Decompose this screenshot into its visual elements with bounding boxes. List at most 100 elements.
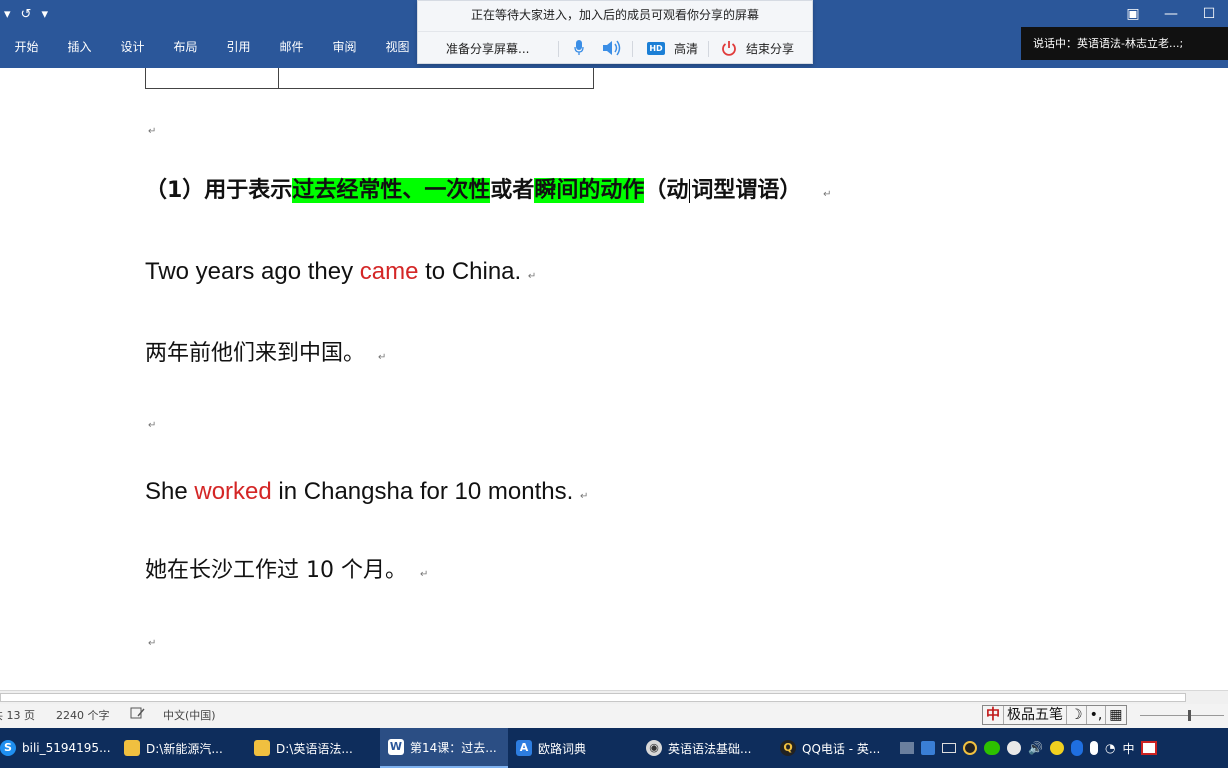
verb-highlight: came xyxy=(359,258,419,285)
paragraph-mark: ↵ xyxy=(579,491,589,502)
language-indicator[interactable]: 中文(中国) xyxy=(163,704,216,728)
scrollbar-thumb[interactable] xyxy=(0,693,1186,702)
tab-home[interactable]: 开始 xyxy=(0,36,53,58)
system-tray: 🔊 ◔ 中 xyxy=(900,728,1158,768)
tab-layout[interactable]: 布局 xyxy=(159,36,212,58)
notification-icon[interactable] xyxy=(1141,741,1158,755)
word-icon: W xyxy=(388,739,404,755)
qq-icon: Q xyxy=(780,740,796,756)
tab-references[interactable]: 引用 xyxy=(212,36,265,58)
speaker-icon[interactable] xyxy=(602,39,622,61)
page-count[interactable]: 共 13 页 xyxy=(0,704,35,728)
share-controls: 准备分享屏幕... HD 高清 结束分享 xyxy=(418,39,812,59)
keyboard-icon[interactable]: ▦ xyxy=(1106,706,1125,724)
verb-highlight: worked xyxy=(194,478,272,505)
paragraph-mark: ↵ xyxy=(148,638,157,649)
taskbar-item-folder-2[interactable]: D:\英语语法... xyxy=(254,728,372,768)
sentence-text: She xyxy=(145,478,195,505)
tab-insert[interactable]: 插入 xyxy=(53,36,106,58)
minimize-icon[interactable]: — xyxy=(1152,2,1190,26)
zoom-slider-thumb[interactable] xyxy=(1188,710,1191,721)
heading-text: 词型谓语） xyxy=(691,178,802,203)
wechat-icon[interactable] xyxy=(984,741,1000,755)
window-controls: ▣ — ☐ xyxy=(1114,2,1228,26)
paragraph-mark: ↵ xyxy=(419,569,429,580)
taskbar-label: D:\新能源汽... xyxy=(146,741,223,756)
volume-icon[interactable]: 🔊 xyxy=(1028,741,1043,755)
folder-icon xyxy=(254,740,270,756)
taskbar-label: 英语语法基础... xyxy=(668,741,752,756)
folder-icon xyxy=(124,740,140,756)
taskbar-item-course[interactable]: ◉ 英语语法基础... xyxy=(646,728,772,768)
taskbar-label: 欧路词典 xyxy=(538,741,587,756)
translation-2: 她在长沙工作过 10 个月。 ↵ xyxy=(145,552,428,584)
tab-design[interactable]: 设计 xyxy=(106,36,159,58)
document-page[interactable]: ↵ （1）用于表示过去经常性、一次性或者瞬间的动作（动 词型谓语） ↵ Two y… xyxy=(0,68,1228,690)
taskbar-label: 第14课：过去... xyxy=(410,740,497,755)
stop-sharing-button[interactable]: 结束分享 xyxy=(746,39,794,59)
power-icon[interactable] xyxy=(721,40,737,60)
bluetooth-icon[interactable] xyxy=(1070,740,1083,756)
ribbon-tabs: 开始 插入 设计 布局 引用 邮件 审阅 视图 xyxy=(0,36,424,58)
tray-app-icon[interactable] xyxy=(1007,741,1021,755)
example-sentence-1: Two years ago they came to China. ↵ xyxy=(145,258,536,286)
qq-tray-icon[interactable] xyxy=(963,741,977,755)
customize-toolbar-icon[interactable]: ▾ xyxy=(41,5,48,25)
translation-text: 她在长沙工作过 10 个月。 xyxy=(145,558,407,583)
share-status-text: 正在等待大家进入，加入后的成员可观看你分享的屏幕 xyxy=(470,8,759,22)
speaking-notice: 说话中：英语语法-林志立老...; xyxy=(1021,27,1228,60)
ime-toolbar: 中 极品五笔 ☽ •, ▦ xyxy=(982,705,1127,725)
divider xyxy=(632,41,633,57)
taskbar-item-qq-call[interactable]: Q QQ电话 - 英... xyxy=(780,728,892,768)
taskbar-item-eudic[interactable]: A 欧路词典 xyxy=(516,728,634,768)
heading-text: （1）用于表示 xyxy=(145,178,293,203)
highlighted-text: 瞬间的动作 xyxy=(534,178,645,203)
taskbar-item-bilibili[interactable]: S bili_5194195... xyxy=(0,728,115,768)
microphone-tray-icon[interactable] xyxy=(1089,741,1098,755)
translation-1: 两年前他们来到中国。 ↵ xyxy=(145,335,386,367)
paragraph-mark: ↵ xyxy=(148,420,157,431)
section-heading: （1）用于表示过去经常性、一次性或者瞬间的动作（动 词型谓语） ↵ xyxy=(145,162,831,220)
paragraph-mark: ↵ xyxy=(527,271,537,282)
sentence-text: to China. xyxy=(418,258,522,285)
ribbon-display-icon[interactable]: ▣ xyxy=(1114,2,1152,26)
ime-logo-icon[interactable]: 中 xyxy=(983,706,1004,724)
tray-app-icon[interactable] xyxy=(900,742,914,754)
quick-access-dropdown-icon[interactable]: ▾ xyxy=(4,5,11,25)
taskbar-label: bili_5194195... xyxy=(22,741,111,755)
tray-app-icon[interactable] xyxy=(921,741,935,755)
microphone-icon[interactable] xyxy=(574,40,584,60)
heading-text: 或者 xyxy=(490,178,535,203)
zoom-slider[interactable] xyxy=(1140,715,1224,716)
hd-quality-button[interactable]: 高清 xyxy=(674,39,698,59)
example-sentence-2: She worked in Changsha for 10 months. ↵ xyxy=(145,478,588,506)
undo-icon[interactable]: ↺ xyxy=(21,5,32,25)
punctuation-icon[interactable]: •, xyxy=(1087,706,1107,724)
sentence-text: Two years ago they xyxy=(145,258,360,285)
restore-icon[interactable]: ☐ xyxy=(1190,2,1228,26)
word-count[interactable]: 2240 个字 xyxy=(56,704,110,728)
proofing-icon[interactable] xyxy=(130,704,146,728)
share-divider xyxy=(418,31,812,32)
tab-mailings[interactable]: 邮件 xyxy=(265,36,318,58)
heading-text: （动 xyxy=(644,178,689,203)
horizontal-scrollbar[interactable] xyxy=(0,690,1228,704)
hd-icon[interactable]: HD xyxy=(647,42,665,55)
sentence-text: in Changsha for 10 months. xyxy=(271,478,574,505)
table-fragment xyxy=(145,68,594,89)
translation-text: 两年前他们来到中国。 xyxy=(145,341,366,366)
tab-review[interactable]: 审阅 xyxy=(318,36,371,58)
taskbar-item-word[interactable]: W 第14课：过去... xyxy=(380,728,508,768)
taskbar: S bili_5194195... D:\新能源汽... D:\英语语法... … xyxy=(0,728,1228,768)
paragraph-mark: ↵ xyxy=(148,126,157,137)
taskbar-item-folder-1[interactable]: D:\新能源汽... xyxy=(124,728,242,768)
divider xyxy=(708,41,709,57)
tray-app-icon[interactable] xyxy=(1049,741,1064,755)
ime-name[interactable]: 极品五笔 xyxy=(1004,706,1067,724)
input-language-indicator[interactable]: 中 xyxy=(1122,740,1134,757)
network-icon[interactable]: ◔ xyxy=(1105,741,1115,755)
table-column-divider xyxy=(278,68,279,89)
tray-app-icon[interactable] xyxy=(942,743,956,753)
graduation-cap-icon: ◉ xyxy=(646,740,662,756)
moon-icon[interactable]: ☽ xyxy=(1067,706,1087,724)
